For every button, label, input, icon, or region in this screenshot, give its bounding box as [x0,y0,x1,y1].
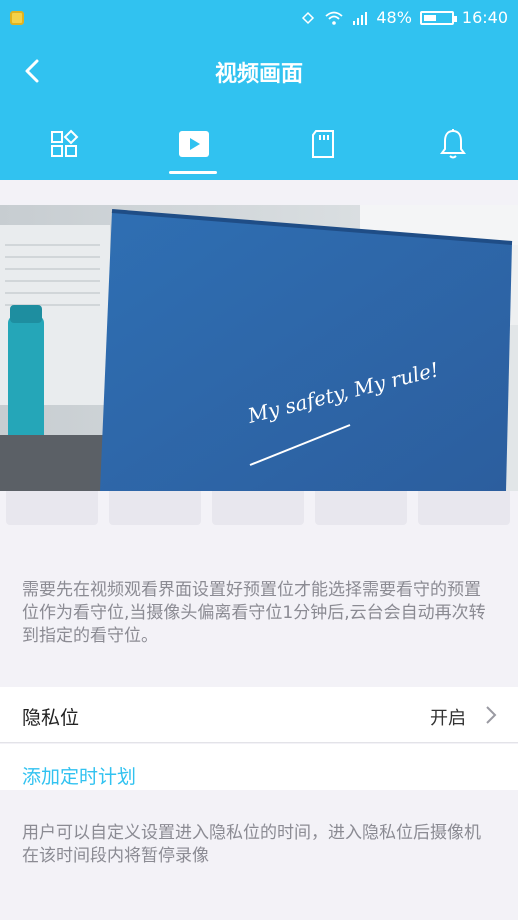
preset-slots [0,491,518,565]
video-view[interactable]: My safety, My rule! [0,205,518,491]
tab-bar [0,106,518,180]
add-schedule-section: 添加定时计划 [0,744,518,790]
preset-slot[interactable] [6,491,98,525]
app-bar: 视频画面 [0,38,518,106]
play-icon [179,131,209,157]
camera-frame: My safety, My rule! [0,205,518,491]
battery-icon [419,10,457,25]
page-title: 视频画面 [214,62,303,87]
bell-icon [440,129,466,159]
battery-percent: 48% [376,8,412,27]
privacy-position-row[interactable]: 隐私位 开启 [0,687,518,743]
notification-icon [10,11,24,25]
preset-slot[interactable] [109,491,201,525]
preset-slot[interactable] [418,491,510,525]
guard-position-description: 需要先在视频观看界面设置好预置位才能选择需要看守的预置位作为看守位,当摄像头偏离… [0,565,518,685]
grid-icon [51,129,79,157]
tab-apps[interactable] [29,116,99,172]
add-schedule-link[interactable]: 添加定时计划 [22,762,136,789]
tab-storage[interactable] [288,116,358,172]
spacer [0,180,518,205]
chevron-right-icon [486,706,497,724]
privacy-position-label: 隐私位 [22,707,80,729]
vibrate-icon [302,11,315,24]
preset-slot[interactable] [315,491,407,525]
tab-video[interactable] [159,116,229,174]
battery-fill [423,14,437,21]
wifi-icon [325,11,343,25]
privacy-position-value: 开启 [430,708,466,729]
privacy-description: 用户可以自定义设置进入隐私位的时间，进入隐私位后摄像机在该时间段内将暂停录像 [0,790,518,920]
tab-alerts[interactable] [418,116,488,172]
status-bar: 48% 16:40 [0,0,518,38]
signal-icon [353,11,368,25]
preset-slot[interactable] [212,491,304,525]
sd-card-icon [312,130,334,158]
clock: 16:40 [461,8,508,27]
